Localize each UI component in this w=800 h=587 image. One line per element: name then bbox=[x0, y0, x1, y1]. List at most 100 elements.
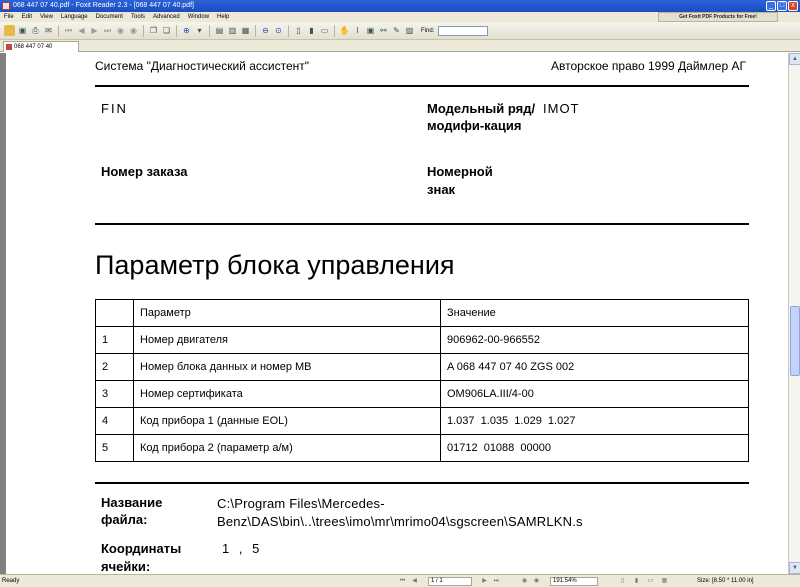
facing-icon[interactable]: ▭ bbox=[646, 577, 655, 586]
menu-advanced[interactable]: Advanced bbox=[153, 12, 180, 22]
paste-icon[interactable]: ❏ bbox=[161, 25, 172, 36]
zoom-box[interactable]: 191.54% bbox=[550, 577, 598, 586]
zoom-reset-icon[interactable]: ⊙ bbox=[273, 25, 284, 36]
continuous-icon[interactable]: ▮ bbox=[306, 25, 317, 36]
table-cell-param: Номер двигателя bbox=[133, 326, 441, 354]
save-icon[interactable]: ▣ bbox=[17, 25, 28, 36]
facing-icon[interactable]: ▭ bbox=[319, 25, 330, 36]
document-tab[interactable]: 068 447 07 40 bbox=[3, 41, 79, 52]
close-button[interactable]: x bbox=[788, 1, 798, 11]
actual-size-icon[interactable]: ▦ bbox=[240, 25, 251, 36]
table-cell-param: Код прибора 1 (данные EOL) bbox=[133, 407, 441, 435]
table-cell-param: Номер блока данных и номер MB bbox=[133, 353, 441, 381]
previous-page-icon[interactable]: ◀ bbox=[410, 577, 419, 586]
toolbar-separator bbox=[209, 24, 210, 37]
header-right: Авторское право 1999 Даймлер АГ bbox=[551, 59, 746, 73]
fin-label: FIN bbox=[101, 101, 128, 116]
zoom-in-icon[interactable]: ⊕ bbox=[181, 25, 192, 36]
plate-label: Номерной знак bbox=[427, 164, 493, 197]
find-label: Find: bbox=[421, 27, 435, 34]
header-rule bbox=[95, 85, 749, 87]
parameter-table: Параметр Значение 1 Номер двигателя 9069… bbox=[95, 299, 749, 462]
table-header bbox=[95, 299, 134, 327]
table-cell-value: 906962-00-966552 bbox=[440, 326, 749, 354]
footer-rule bbox=[95, 482, 749, 484]
menu-edit[interactable]: Edit bbox=[22, 12, 32, 22]
find-input[interactable] bbox=[438, 25, 489, 36]
email-icon[interactable]: ✉ bbox=[43, 25, 54, 36]
window-controls: _ □ x bbox=[766, 1, 798, 11]
tab-label: 068 447 07 40 bbox=[14, 44, 53, 50]
menu-view[interactable]: View bbox=[40, 12, 53, 22]
hand-tool-icon[interactable]: ✋ bbox=[339, 25, 350, 36]
menu-language[interactable]: Language bbox=[61, 12, 88, 22]
vertical-scrollbar[interactable]: ▲ ▼ bbox=[788, 53, 800, 574]
status-bar: Ready ⏮ ◀ 1 / 1 ▶ ⏭ ◉ ◉ 191.54% ▯ ▮ ▭ ▦ … bbox=[0, 574, 800, 587]
scroll-down-icon[interactable]: ▼ bbox=[789, 562, 800, 574]
info-rule bbox=[95, 223, 749, 225]
menu-document[interactable]: Document bbox=[96, 12, 123, 22]
filename-label: Название файла: bbox=[101, 495, 163, 527]
copy-icon[interactable]: ❐ bbox=[148, 25, 159, 36]
previous-page-icon[interactable]: ◀ bbox=[76, 25, 87, 36]
table-cell-value: 1.037 1.035 1.029 1.027 bbox=[440, 407, 749, 435]
document-viewer[interactable]: Система "Диагностический ассистент" Авто… bbox=[0, 53, 800, 574]
last-page-icon[interactable]: ⏭ bbox=[492, 577, 501, 586]
toolbar-separator bbox=[176, 24, 177, 37]
next-page-icon[interactable]: ▶ bbox=[480, 577, 489, 586]
coordinate-value: 1 , 5 bbox=[222, 541, 263, 556]
image-icon[interactable]: ▨ bbox=[404, 25, 415, 36]
foxit-app-icon bbox=[2, 2, 10, 10]
toolbar-separator bbox=[58, 24, 59, 37]
table-header: Параметр bbox=[133, 299, 441, 327]
model-label: Модельный ряд/модифи-кация bbox=[427, 101, 536, 133]
single-page-icon[interactable]: ▯ bbox=[618, 577, 627, 586]
table-header-row: Параметр Значение bbox=[95, 299, 749, 327]
toolbar-separator bbox=[255, 24, 256, 37]
first-page-icon[interactable]: ⏮ bbox=[398, 577, 407, 586]
menu-file[interactable]: File bbox=[4, 12, 14, 22]
select-text-icon[interactable]: I bbox=[352, 25, 363, 36]
continuous-facing-icon[interactable]: ▦ bbox=[660, 577, 669, 586]
annotation-icon[interactable]: ✎ bbox=[391, 25, 402, 36]
table-cell-param: Код прибора 2 (параметр а/м) bbox=[133, 434, 441, 462]
scroll-up-icon[interactable]: ▲ bbox=[789, 53, 800, 65]
snapshot-icon[interactable]: ▣ bbox=[365, 25, 376, 36]
single-page-icon[interactable]: ▯ bbox=[293, 25, 304, 36]
menu-help[interactable]: Help bbox=[217, 12, 229, 22]
table-cell-value: A 068 447 07 40 ZGS 002 bbox=[440, 353, 749, 381]
menu-window[interactable]: Window bbox=[188, 12, 209, 22]
minimize-button[interactable]: _ bbox=[766, 1, 776, 11]
print-icon[interactable]: ⎙ bbox=[30, 25, 41, 36]
title-bar: 068 447 07 40.pdf - Foxit Reader 2.3 - [… bbox=[0, 0, 800, 12]
continuous-icon[interactable]: ▮ bbox=[632, 577, 641, 586]
order-label: Номер заказа bbox=[101, 164, 188, 179]
first-page-icon[interactable]: ⏮ bbox=[63, 25, 74, 36]
table-cell-param: Номер сертификата bbox=[133, 380, 441, 408]
toolbar-separator bbox=[143, 24, 144, 37]
table-row: 5 Код прибора 2 (параметр а/м) 01712 010… bbox=[95, 434, 749, 462]
menu-tools[interactable]: Tools bbox=[131, 12, 145, 22]
table-cell-num: 4 bbox=[95, 407, 134, 435]
fit-page-icon[interactable]: ▤ bbox=[214, 25, 225, 36]
promo-button[interactable]: Get Foxit PDF Products for Free! bbox=[658, 12, 778, 22]
window-title: 068 447 07 40.pdf - Foxit Reader 2.3 - [… bbox=[13, 2, 194, 9]
model-value: IMOT bbox=[543, 101, 580, 116]
back-icon[interactable]: ◉ bbox=[520, 577, 529, 586]
table-cell-num: 2 bbox=[95, 353, 134, 381]
open-folder-icon[interactable] bbox=[4, 25, 15, 36]
forward-icon[interactable]: ◉ bbox=[532, 577, 541, 586]
find-binoculars-icon[interactable]: ⚯ bbox=[378, 25, 389, 36]
table-row: 1 Номер двигателя 906962-00-966552 bbox=[95, 326, 749, 354]
back-icon[interactable]: ◉ bbox=[115, 25, 126, 36]
page-number-box[interactable]: 1 / 1 bbox=[428, 577, 472, 586]
fit-width-icon[interactable]: ▥ bbox=[227, 25, 238, 36]
scroll-thumb[interactable] bbox=[790, 306, 800, 376]
forward-icon[interactable]: ◉ bbox=[128, 25, 139, 36]
next-page-icon[interactable]: ▶ bbox=[89, 25, 100, 36]
last-page-icon[interactable]: ⏭ bbox=[102, 25, 113, 36]
table-cell-value: OM906LA.III/4-00 bbox=[440, 380, 749, 408]
zoom-out-icon[interactable]: ⊖ bbox=[260, 25, 271, 36]
maximize-button[interactable]: □ bbox=[777, 1, 787, 11]
zoom-dropdown-icon[interactable]: ▾ bbox=[194, 25, 205, 36]
